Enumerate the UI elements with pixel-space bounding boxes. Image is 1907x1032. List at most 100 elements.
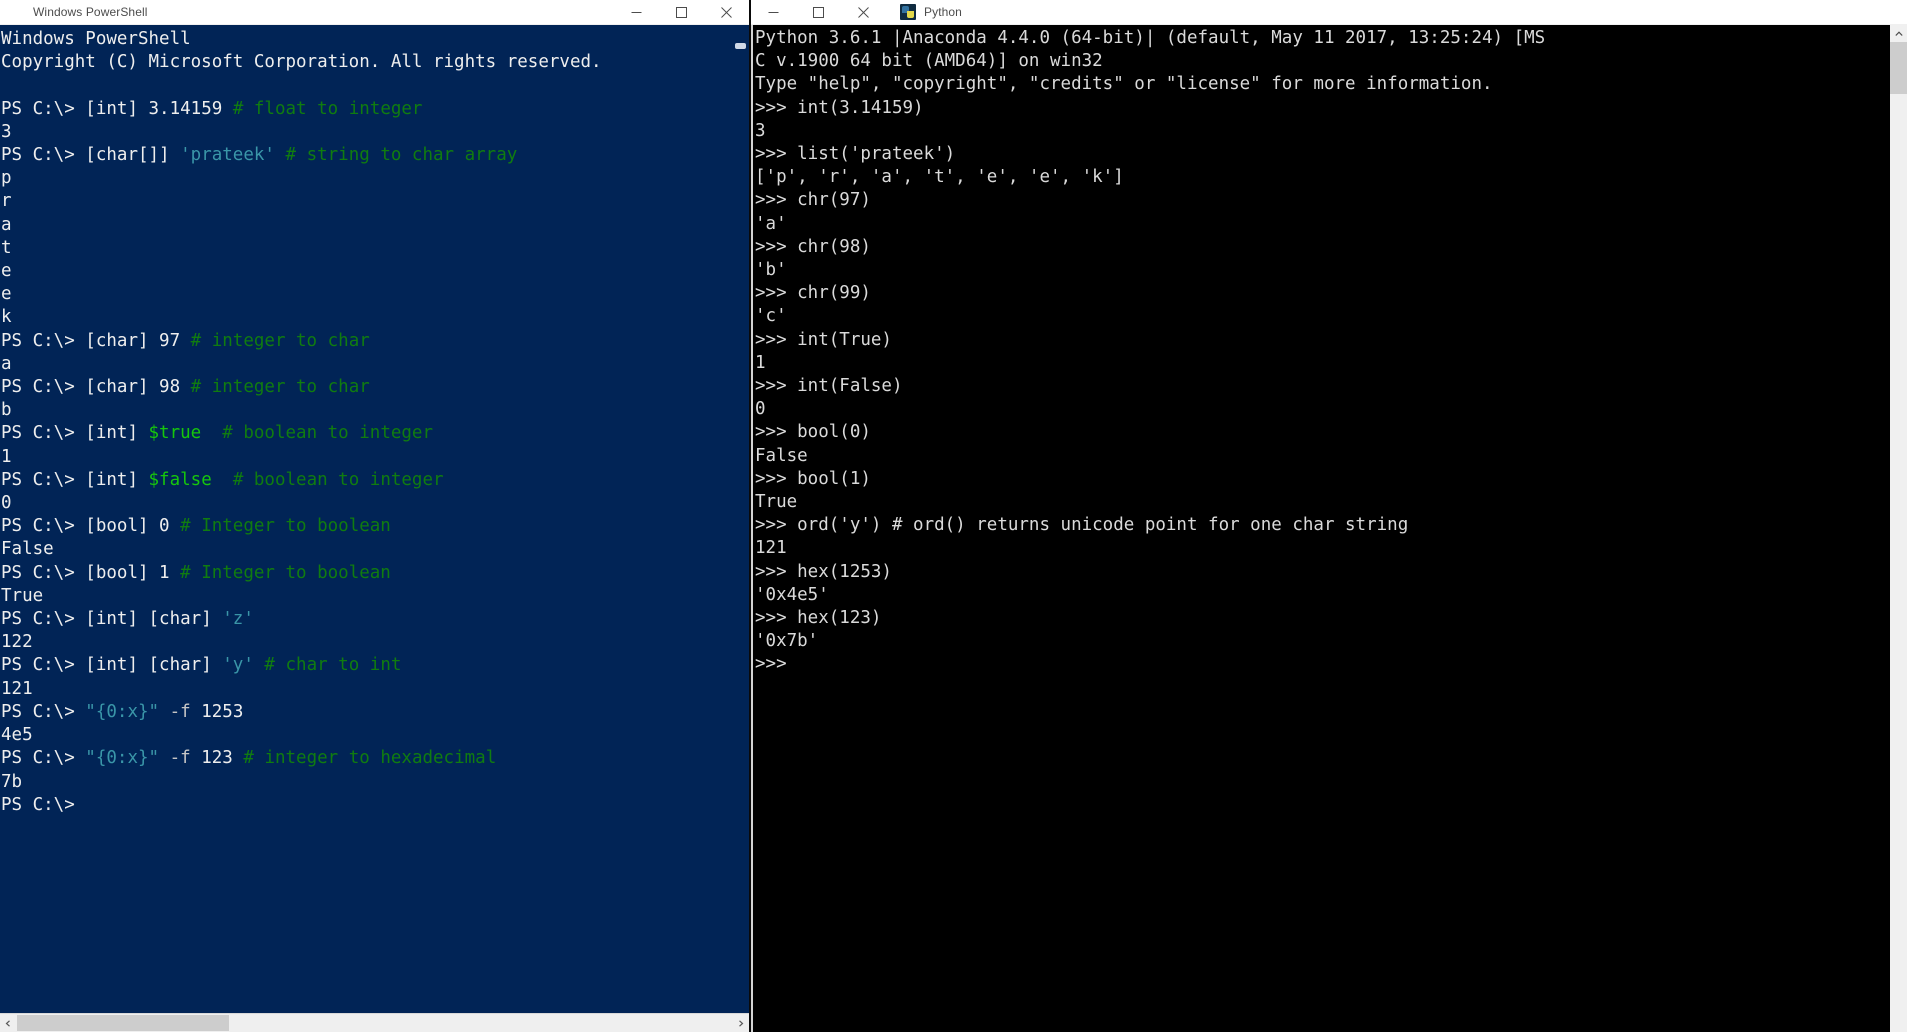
powershell-token bbox=[201, 423, 222, 443]
python-output-line: 'a' bbox=[755, 213, 787, 234]
chevron-left-icon bbox=[5, 1019, 10, 1027]
python-output-line: ['p', 'r', 'a', 't', 'e', 'e', 'k'] bbox=[755, 167, 1124, 188]
powershell-token: -f bbox=[169, 701, 191, 722]
powershell-token: # boolean to integer bbox=[222, 423, 433, 444]
powershell-icon bbox=[9, 4, 25, 20]
python-output-line: '0x7b' bbox=[755, 631, 819, 652]
powershell-prompt: PS C:\> bbox=[1, 423, 86, 444]
minimize-button[interactable] bbox=[751, 0, 796, 25]
maximize-button[interactable] bbox=[659, 0, 704, 25]
powershell-token: # boolean to integer bbox=[232, 469, 444, 490]
py-scroll-track[interactable] bbox=[1890, 42, 1907, 1032]
minimize-button[interactable] bbox=[614, 0, 659, 25]
py-scroll-thumb[interactable] bbox=[1890, 42, 1907, 94]
powershell-token: [bool] 1 bbox=[85, 562, 181, 583]
ps-hscroll-thumb[interactable] bbox=[17, 1015, 229, 1031]
powershell-output-line: 121 bbox=[1, 678, 33, 699]
powershell-output-line: r bbox=[1, 191, 12, 212]
python-command-line: >>> list('prateek') bbox=[755, 144, 956, 165]
powershell-prompt: PS C:\> bbox=[1, 516, 86, 537]
python-command-line: >>> ord('y') # ord() returns unicode poi… bbox=[755, 515, 1409, 536]
close-button[interactable] bbox=[841, 0, 886, 25]
powershell-prompt: PS C:\> bbox=[1, 377, 86, 398]
powershell-output-line: a bbox=[1, 214, 12, 235]
powershell-output-line: True bbox=[1, 585, 44, 606]
powershell-command-line: PS C:\> [char] 97 # integer to char bbox=[1, 330, 733, 353]
python-output-line: C v.1900 64 bit (AMD64)] on win32 bbox=[755, 51, 1103, 72]
powershell-token: # Integer to boolean bbox=[180, 562, 391, 583]
powershell-prompt: PS C:\> bbox=[1, 794, 86, 815]
ps-hscroll-track[interactable] bbox=[17, 1014, 732, 1032]
powershell-token bbox=[212, 470, 233, 490]
powershell-command-line: PS C:\> [int] $true # boolean to integer bbox=[1, 422, 733, 445]
python-output-area[interactable]: Python 3.6.1 |Anaconda 4.4.0 (64-bit)| (… bbox=[753, 25, 1890, 1032]
chevron-right-icon bbox=[739, 1019, 744, 1027]
powershell-output-line: 1 bbox=[1, 446, 12, 467]
python-command-line: >>> int(3.14159) bbox=[755, 97, 924, 118]
powershell-prompt: PS C:\> bbox=[1, 562, 86, 583]
python-output-line: '0x4e5' bbox=[755, 584, 829, 605]
powershell-output-line: a bbox=[1, 353, 12, 374]
powershell-window-controls bbox=[614, 0, 749, 25]
powershell-blank-line bbox=[1, 74, 733, 97]
python-output-line: 3 bbox=[755, 120, 766, 141]
powershell-console-body[interactable]: Windows PowerShell Copyright (C) Microsof… bbox=[0, 25, 749, 1013]
powershell-prompt: PS C:\> bbox=[1, 330, 86, 351]
powershell-command-line: PS C:\> [int] [char] 'y' # char to int bbox=[1, 654, 733, 677]
python-command-line: >>> bool(1) bbox=[755, 468, 871, 489]
powershell-command-line: PS C:\> "{0:x}" -f 1253 bbox=[1, 701, 733, 724]
py-scroll-up-arrow[interactable] bbox=[1890, 25, 1907, 42]
powershell-token: [int] [char] bbox=[85, 655, 223, 676]
maximize-button[interactable] bbox=[796, 0, 841, 25]
python-title-group: Python bbox=[886, 4, 1907, 20]
ps-vertical-scrollbar-thumb[interactable] bbox=[735, 43, 746, 49]
ps-horizontal-scrollbar[interactable] bbox=[0, 1013, 749, 1032]
minimize-icon bbox=[768, 11, 779, 13]
powershell-token bbox=[159, 748, 170, 768]
powershell-command-line: PS C:\> [int] 3.14159 # float to integer bbox=[1, 98, 733, 121]
python-title-text: Python bbox=[924, 5, 962, 19]
powershell-prompt: PS C:\> bbox=[1, 748, 86, 769]
python-output-line: True bbox=[755, 492, 798, 513]
close-button[interactable] bbox=[704, 0, 749, 25]
powershell-window: Windows PowerShell Windows PowerShell Co… bbox=[0, 0, 749, 1032]
powershell-token: [char[]] bbox=[85, 145, 181, 166]
powershell-token bbox=[275, 145, 286, 165]
py-vertical-scrollbar[interactable] bbox=[1890, 25, 1907, 1032]
powershell-command-line: PS C:\> [bool] 0 # Integer to boolean bbox=[1, 515, 733, 538]
powershell-prompt: PS C:\> bbox=[1, 609, 86, 630]
powershell-command-line: PS C:\> [char] 98 # integer to char bbox=[1, 376, 733, 399]
close-icon bbox=[858, 6, 869, 18]
ps-hscroll-left-arrow[interactable] bbox=[0, 1014, 17, 1032]
powershell-token: [int] 3.14159 bbox=[85, 98, 233, 119]
powershell-token: [int] bbox=[85, 423, 149, 444]
python-command-line: >>> bool(0) bbox=[755, 422, 871, 443]
powershell-token bbox=[254, 655, 265, 675]
powershell-command-line: PS C:\> [int] $false # boolean to intege… bbox=[1, 469, 733, 492]
powershell-token: [int] [char] bbox=[85, 609, 223, 630]
powershell-titlebar[interactable]: Windows PowerShell bbox=[0, 0, 749, 25]
powershell-token: "{0:x}" bbox=[85, 701, 160, 722]
ps-vertical-scrollbar[interactable] bbox=[733, 25, 749, 1013]
python-command-line: >>> chr(99) bbox=[755, 283, 871, 304]
desktop-screen: Windows PowerShell Windows PowerShell Co… bbox=[0, 0, 1907, 1032]
powershell-token: 'z' bbox=[222, 609, 254, 630]
python-titlebar[interactable]: Python bbox=[751, 0, 1907, 25]
python-console-body[interactable]: Python 3.6.1 |Anaconda 4.4.0 (64-bit)| (… bbox=[751, 25, 1907, 1032]
powershell-output-line: 3 bbox=[1, 121, 12, 142]
python-command-line: >>> chr(97) bbox=[755, 190, 871, 211]
powershell-title-group: Windows PowerShell bbox=[0, 4, 614, 20]
ps-hscroll-right-arrow[interactable] bbox=[732, 1014, 749, 1032]
powershell-output-line: 7b bbox=[1, 771, 23, 792]
powershell-token: 123 bbox=[190, 748, 244, 769]
powershell-command-line: PS C:\> bbox=[1, 794, 733, 817]
powershell-output-line: 0 bbox=[1, 493, 12, 514]
python-command-line: >>> int(False) bbox=[755, 376, 903, 397]
powershell-command-line: PS C:\> [char[]] 'prateek' # string to c… bbox=[1, 144, 733, 167]
powershell-token: 1253 bbox=[190, 701, 244, 722]
powershell-title-text: Windows PowerShell bbox=[33, 5, 148, 19]
powershell-prompt: PS C:\> bbox=[1, 701, 86, 722]
powershell-output-line: p bbox=[1, 168, 12, 189]
powershell-output-area[interactable]: Windows PowerShell Copyright (C) Microsof… bbox=[0, 25, 733, 1013]
powershell-output-line: e bbox=[1, 261, 12, 282]
